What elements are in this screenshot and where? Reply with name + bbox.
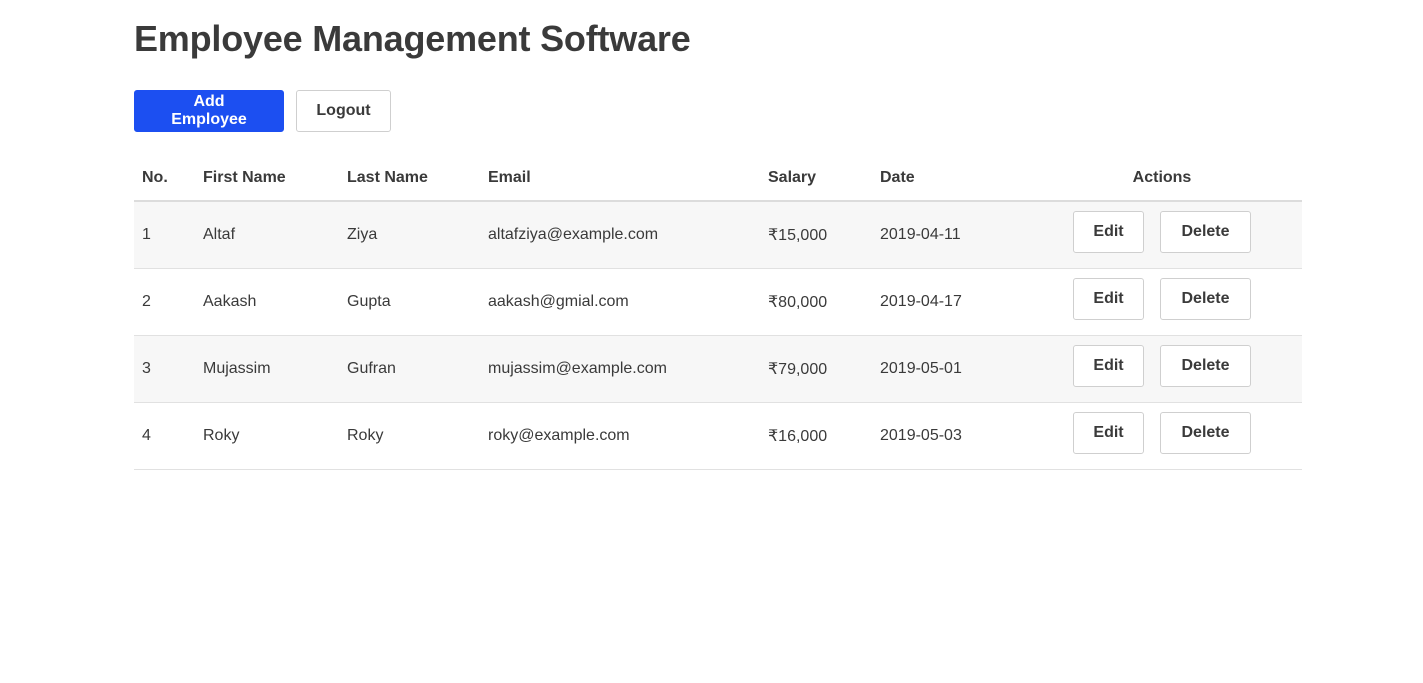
col-header-date: Date	[872, 156, 1022, 202]
cell-actions: Edit Delete	[1022, 201, 1302, 269]
cell-no: 4	[134, 402, 195, 470]
logout-button[interactable]: Logout	[296, 90, 391, 132]
cell-no: 1	[134, 201, 195, 269]
cell-email: altafziya@example.com	[480, 201, 760, 269]
cell-date: 2019-04-11	[872, 201, 1022, 269]
row-actions: Edit Delete	[1073, 345, 1251, 387]
add-employee-button[interactable]: Add Employee	[134, 90, 284, 132]
cell-no: 3	[134, 335, 195, 403]
col-header-email: Email	[480, 156, 760, 202]
row-actions: Edit Delete	[1073, 412, 1251, 454]
edit-button[interactable]: Edit	[1073, 278, 1144, 320]
cell-first-name: Altaf	[195, 201, 339, 269]
cell-salary: ₹15,000	[760, 201, 872, 269]
cell-actions: Edit Delete	[1022, 268, 1302, 336]
cell-last-name: Gupta	[339, 268, 480, 336]
page-title: Employee Management Software	[134, 18, 691, 59]
edit-button[interactable]: Edit	[1073, 211, 1144, 253]
table-row: 3 Mujassim Gufran mujassim@example.com ₹…	[134, 335, 1302, 403]
cell-actions: Edit Delete	[1022, 335, 1302, 403]
cell-email: aakash@gmial.com	[480, 268, 760, 336]
cell-date: 2019-04-17	[872, 268, 1022, 336]
cell-actions: Edit Delete	[1022, 402, 1302, 470]
delete-button[interactable]: Delete	[1160, 412, 1251, 454]
employee-table: No. First Name Last Name Email Salary Da…	[134, 156, 1302, 470]
table-row: 2 Aakash Gupta aakash@gmial.com ₹80,000 …	[134, 268, 1302, 336]
cell-no: 2	[134, 268, 195, 336]
delete-button[interactable]: Delete	[1160, 345, 1251, 387]
cell-last-name: Gufran	[339, 335, 480, 403]
cell-email: roky@example.com	[480, 402, 760, 470]
delete-button[interactable]: Delete	[1160, 278, 1251, 320]
table-row: 1 Altaf Ziya altafziya@example.com ₹15,0…	[134, 201, 1302, 269]
col-header-no: No.	[134, 156, 195, 202]
cell-first-name: Roky	[195, 402, 339, 470]
edit-button[interactable]: Edit	[1073, 345, 1144, 387]
row-actions: Edit Delete	[1073, 211, 1251, 253]
cell-salary: ₹16,000	[760, 402, 872, 470]
cell-email: mujassim@example.com	[480, 335, 760, 403]
col-header-last-name: Last Name	[339, 156, 480, 202]
cell-first-name: Mujassim	[195, 335, 339, 403]
cell-first-name: Aakash	[195, 268, 339, 336]
col-header-salary: Salary	[760, 156, 872, 202]
table-body: 1 Altaf Ziya altafziya@example.com ₹15,0…	[134, 201, 1302, 470]
delete-button[interactable]: Delete	[1160, 211, 1251, 253]
col-header-actions: Actions	[1022, 156, 1302, 202]
cell-last-name: Roky	[339, 402, 480, 470]
header-row: No. First Name Last Name Email Salary Da…	[134, 156, 1302, 202]
edit-button[interactable]: Edit	[1073, 412, 1144, 454]
cell-last-name: Ziya	[339, 201, 480, 269]
toolbar: Add Employee Logout	[134, 90, 391, 132]
cell-date: 2019-05-03	[872, 402, 1022, 470]
table-row: 4 Roky Roky roky@example.com ₹16,000 201…	[134, 402, 1302, 470]
row-actions: Edit Delete	[1073, 278, 1251, 320]
cell-salary: ₹79,000	[760, 335, 872, 403]
cell-salary: ₹80,000	[760, 268, 872, 336]
col-header-first-name: First Name	[195, 156, 339, 202]
cell-date: 2019-05-01	[872, 335, 1022, 403]
table-header: No. First Name Last Name Email Salary Da…	[134, 156, 1302, 202]
